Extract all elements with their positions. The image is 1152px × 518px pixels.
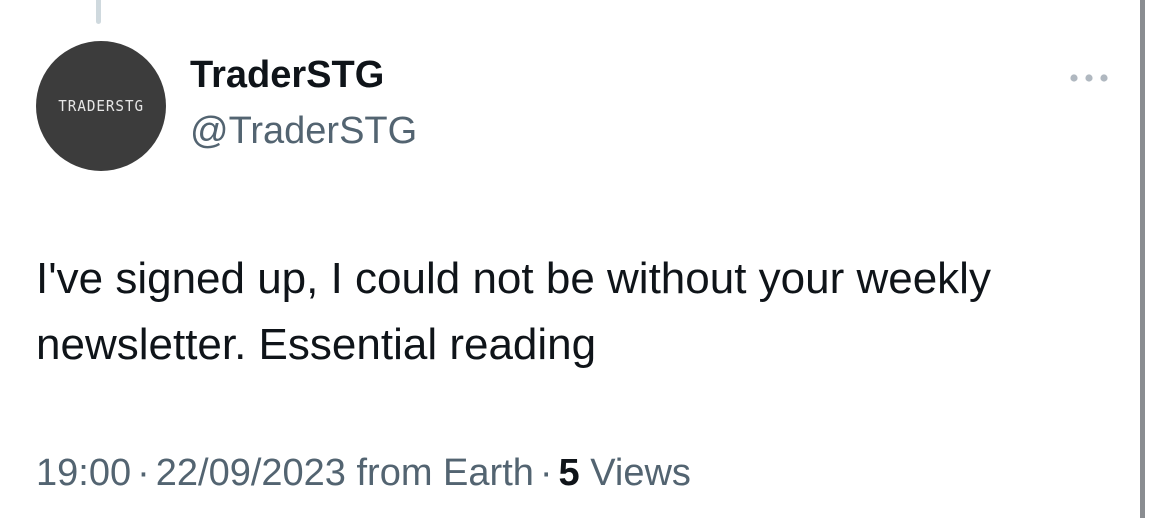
views-count[interactable]: 5 (559, 452, 580, 494)
author-display-name[interactable]: TraderSTG (190, 54, 384, 97)
thread-connector-line (96, 0, 101, 24)
tweet-time[interactable]: 19:00 (36, 452, 131, 494)
tweet-text: I've signed up, I could not be without y… (36, 254, 991, 369)
more-horizontal-icon (1070, 74, 1108, 82)
avatar-logo-text: TRADERSTG (58, 97, 144, 115)
tweet-source: from Earth (356, 452, 534, 494)
scrollbar-edge (1140, 0, 1145, 518)
author-handle[interactable]: @TraderSTG (190, 110, 417, 153)
tweet-metadata: 19:00 · 22/09/2023 from Earth · 5 Views (36, 452, 691, 495)
avatar[interactable]: TRADERSTG (36, 41, 166, 171)
tweet-date[interactable]: 22/09/2023 (156, 452, 346, 494)
meta-separator: · (137, 452, 150, 494)
views-label[interactable]: Views (590, 452, 691, 494)
meta-separator: · (539, 452, 553, 494)
more-options-button[interactable] (1062, 64, 1116, 92)
